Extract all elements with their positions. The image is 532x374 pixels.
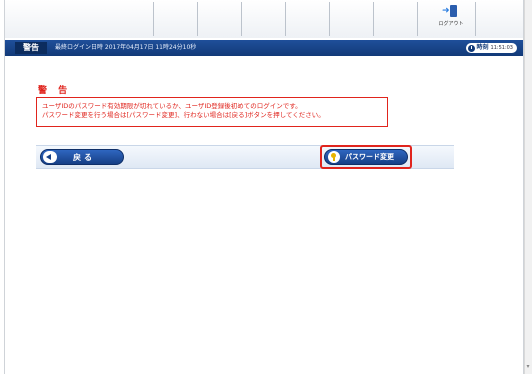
warning-message-line: ユーザIDのパスワード有効期限が切れているか、ユーザID登録後初めてのログインで…: [42, 102, 302, 110]
toolbar-divider: [153, 2, 154, 36]
warning-message-line: パスワード変更を行う場合は[パスワード変更]、行わない場合は[戻る]ボタンを押し…: [42, 111, 325, 119]
password-change-button[interactable]: パスワード変更: [324, 149, 408, 165]
status-bar: 警告 最終ログイン日時 2017年04月17日 11時24分10秒 時刻 11:…: [5, 40, 523, 56]
action-bar: 戻る パスワード変更: [36, 145, 454, 169]
clock-time: 11:51:03: [490, 45, 513, 51]
toolbar-divider: [197, 2, 198, 36]
logout-label: ログアウト: [438, 21, 464, 27]
key-icon: [328, 151, 340, 163]
logout-icon: ➜: [441, 4, 461, 18]
back-button[interactable]: 戻る: [40, 149, 124, 165]
back-button-label: 戻る: [73, 152, 95, 162]
toolbar-divider: [417, 2, 418, 36]
clock-icon: [467, 44, 475, 52]
toolbar-divider: [373, 2, 374, 36]
vertical-scrollbar[interactable]: ▾: [524, 0, 532, 374]
toolbar-divider: [241, 2, 242, 36]
password-change-label: パスワード変更: [345, 153, 394, 161]
toolbar-divider: [329, 2, 330, 36]
toolbar-divider: [475, 2, 476, 36]
top-toolbar: ➜ ログアウト: [5, 0, 523, 38]
toolbar-divider: [285, 2, 286, 36]
warning-message-box: ユーザIDのパスワード有効期限が切れているか、ユーザID登録後初めてのログインで…: [36, 97, 388, 127]
browser-content-frame: [4, 0, 524, 374]
last-login-datetime: 最終ログイン日時 2017年04月17日 11時24分10秒: [55, 44, 197, 51]
clock-label: 時刻: [476, 44, 489, 51]
logout-button[interactable]: ➜ ログアウト: [431, 4, 471, 34]
page-title: 警 告: [38, 86, 72, 96]
back-arrow-icon: [43, 151, 57, 163]
clock-badge: 時刻 11:51:03: [465, 43, 517, 53]
scroll-down-icon[interactable]: ▾: [525, 364, 531, 370]
screen-title: 警告: [15, 42, 47, 54]
